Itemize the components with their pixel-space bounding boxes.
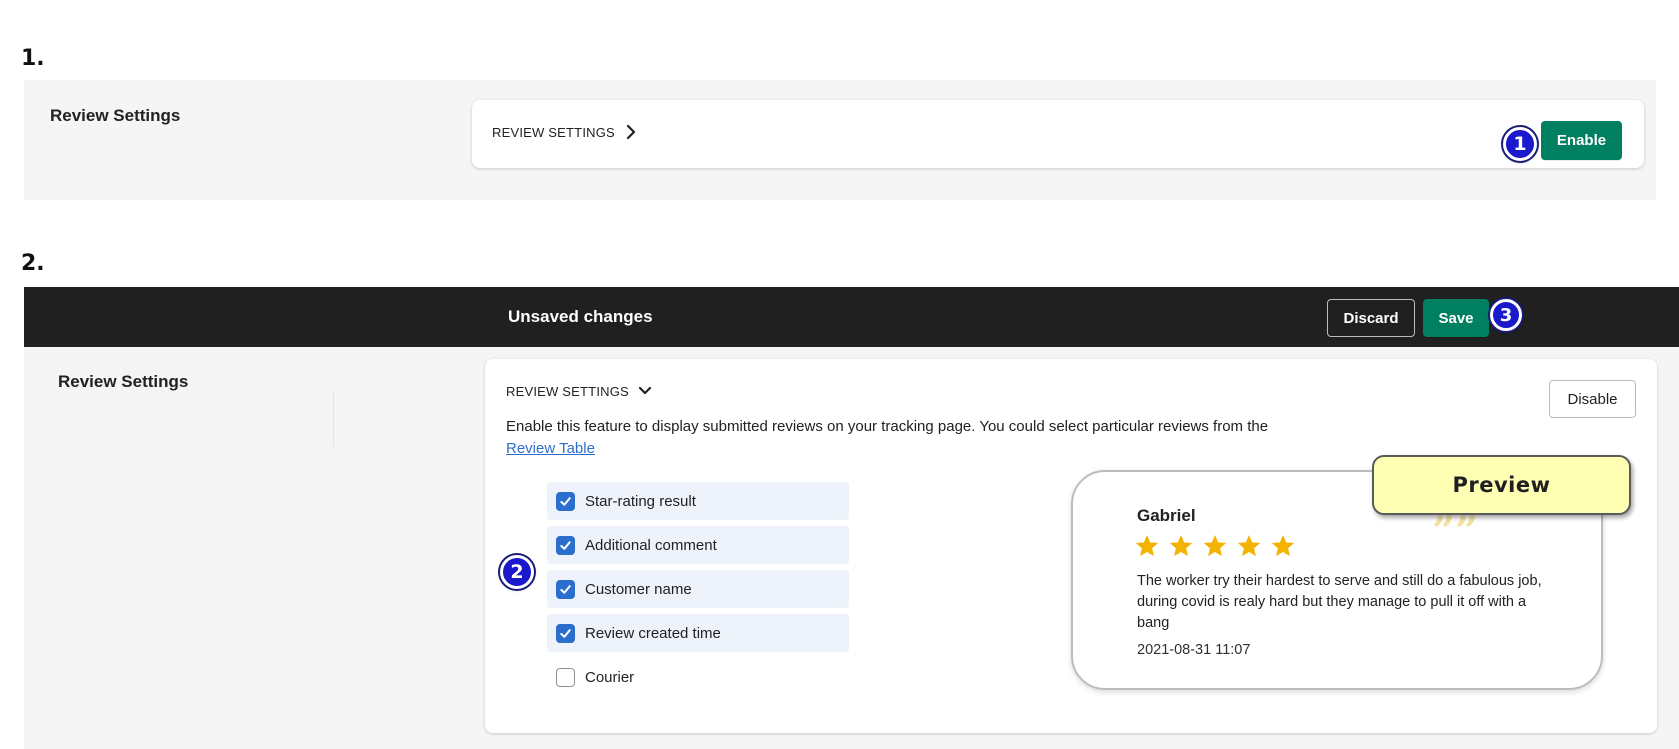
annotation-badge-2: 2 bbox=[500, 555, 534, 589]
chevron-right-icon bbox=[626, 124, 636, 140]
checkbox-checked[interactable] bbox=[556, 579, 575, 599]
option-label: Courier bbox=[585, 668, 635, 686]
review-date: 2021-08-31 11:07 bbox=[1137, 642, 1251, 658]
option-review-created-time[interactable]: Review created time bbox=[547, 614, 849, 652]
card-header-label: REVIEW SETTINGS bbox=[492, 124, 615, 140]
option-additional-comment[interactable]: Additional comment bbox=[547, 526, 849, 564]
star-icon bbox=[1237, 534, 1261, 557]
feature-description: Enable this feature to display submitted… bbox=[506, 416, 1286, 460]
column-divider bbox=[333, 390, 334, 446]
checkbox-checked[interactable] bbox=[556, 535, 575, 555]
chevron-down-icon bbox=[638, 386, 652, 395]
star-icon bbox=[1203, 534, 1227, 557]
option-label: Star-rating result bbox=[585, 492, 696, 510]
star-icon bbox=[1169, 534, 1193, 557]
option-courier[interactable]: Courier bbox=[547, 658, 849, 696]
section-title: Review Settings bbox=[50, 106, 181, 125]
annotation-badge-3: 3 bbox=[1490, 299, 1522, 331]
option-label: Customer name bbox=[585, 580, 692, 598]
save-button[interactable]: Save bbox=[1423, 299, 1489, 337]
step-number-2: 2. bbox=[21, 251, 45, 276]
section-title: Review Settings bbox=[58, 372, 189, 391]
enable-button[interactable]: Enable bbox=[1541, 121, 1622, 160]
check-icon bbox=[560, 584, 571, 594]
star-icon bbox=[1271, 534, 1295, 557]
preview-label: Preview bbox=[1372, 455, 1631, 515]
check-icon bbox=[560, 496, 571, 506]
reviewer-name: Gabriel bbox=[1137, 506, 1196, 525]
review-settings-toggle[interactable]: REVIEW SETTINGS bbox=[506, 383, 653, 399]
option-label: Additional comment bbox=[585, 536, 717, 554]
checkbox-unchecked[interactable] bbox=[556, 667, 575, 687]
quote-mark-icon: ”” bbox=[1432, 508, 1479, 555]
step-number-1: 1. bbox=[21, 46, 45, 71]
star-rating bbox=[1134, 533, 1296, 559]
review-settings-toggle[interactable]: REVIEW SETTINGS bbox=[492, 124, 639, 140]
review-table-link[interactable]: Review Table bbox=[506, 440, 595, 457]
card-header-label: REVIEW SETTINGS bbox=[506, 383, 629, 399]
checkbox-checked[interactable] bbox=[556, 623, 575, 643]
option-label: Review created time bbox=[585, 624, 721, 642]
checkbox-checked[interactable] bbox=[556, 491, 575, 511]
unsaved-changes-title: Unsaved changes bbox=[508, 307, 653, 326]
check-icon bbox=[560, 540, 571, 550]
review-settings-card-collapsed bbox=[472, 100, 1644, 168]
discard-button[interactable]: Discard bbox=[1327, 299, 1415, 337]
disable-button[interactable]: Disable bbox=[1549, 380, 1636, 418]
option-customer-name[interactable]: Customer name bbox=[547, 570, 849, 608]
description-text: Enable this feature to display submitted… bbox=[506, 418, 1269, 435]
check-icon bbox=[560, 628, 571, 638]
review-text: The worker try their hardest to serve an… bbox=[1137, 573, 1542, 631]
star-icon bbox=[1135, 534, 1159, 557]
annotation-badge-1: 1 bbox=[1503, 127, 1537, 161]
option-star-rating[interactable]: Star-rating result bbox=[547, 482, 849, 520]
